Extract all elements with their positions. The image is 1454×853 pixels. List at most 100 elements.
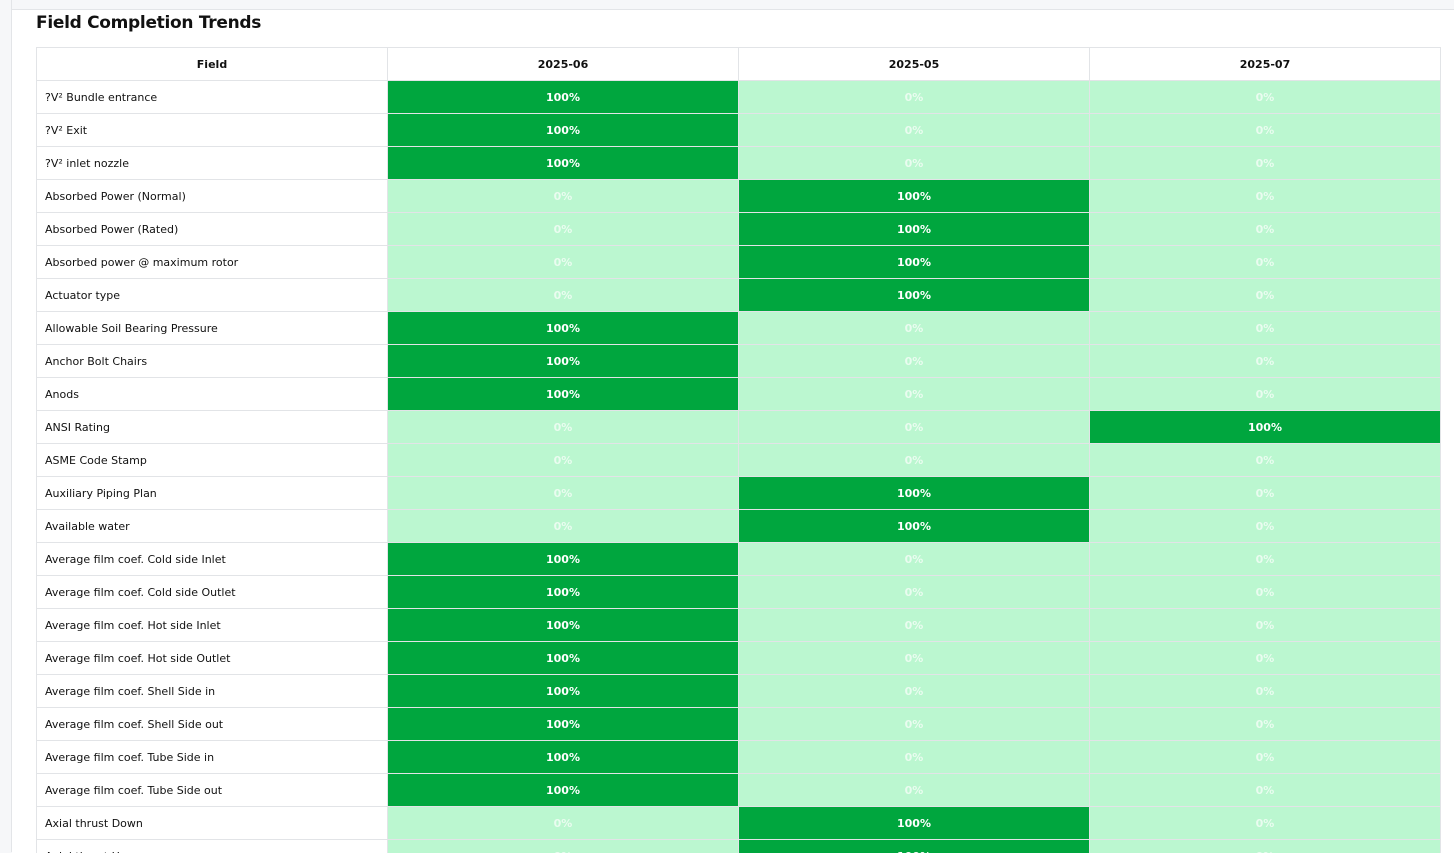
field-name-cell: Absorbed Power (Rated) <box>37 213 388 246</box>
completion-cell: 0% <box>739 114 1090 147</box>
table-row: Average film coef. Cold side Inlet100%0%… <box>37 543 1441 576</box>
completion-cell: 0% <box>739 543 1090 576</box>
completion-cell: 0% <box>388 246 739 279</box>
table-row: Average film coef. Hot side Outlet100%0%… <box>37 642 1441 675</box>
field-name-cell: Actuator type <box>37 279 388 312</box>
table-row: Average film coef. Shell Side out100%0%0… <box>37 708 1441 741</box>
completion-cell: 0% <box>388 477 739 510</box>
field-name-cell: Anchor Bolt Chairs <box>37 345 388 378</box>
table-row: Available water0%100%0% <box>37 510 1441 543</box>
completion-cell: 0% <box>1090 246 1441 279</box>
field-name-cell: ?V² Exit <box>37 114 388 147</box>
completion-cell: 100% <box>388 345 739 378</box>
completion-cell: 100% <box>739 510 1090 543</box>
column-header-month[interactable]: 2025-05 <box>739 48 1090 81</box>
field-name-cell: Auxiliary Piping Plan <box>37 477 388 510</box>
field-name-cell: Average film coef. Hot side Outlet <box>37 642 388 675</box>
completion-cell: 100% <box>388 675 739 708</box>
completion-cell: 0% <box>1090 378 1441 411</box>
completion-cell: 0% <box>739 708 1090 741</box>
completion-cell: 0% <box>739 81 1090 114</box>
completion-cell: 100% <box>739 246 1090 279</box>
completion-cell: 0% <box>1090 840 1441 853</box>
completion-cell: 0% <box>739 411 1090 444</box>
completion-cell: 100% <box>739 477 1090 510</box>
completion-cell: 100% <box>388 312 739 345</box>
completion-cell: 0% <box>1090 81 1441 114</box>
completion-cell: 0% <box>1090 180 1441 213</box>
completion-cell: 100% <box>739 213 1090 246</box>
completion-cell: 100% <box>388 609 739 642</box>
completion-cell: 100% <box>388 741 739 774</box>
completion-cell: 100% <box>739 840 1090 853</box>
table-row: Average film coef. Shell Side in100%0%0% <box>37 675 1441 708</box>
completion-cell: 0% <box>739 378 1090 411</box>
table-row: Average film coef. Tube Side in100%0%0% <box>37 741 1441 774</box>
field-name-cell: Average film coef. Tube Side in <box>37 741 388 774</box>
field-name-cell: ASME Code Stamp <box>37 444 388 477</box>
completion-cell: 0% <box>739 576 1090 609</box>
completion-cell: 100% <box>388 543 739 576</box>
table-row: Average film coef. Hot side Inlet100%0%0… <box>37 609 1441 642</box>
table-row: ?V² Exit100%0%0% <box>37 114 1441 147</box>
table-row: Allowable Soil Bearing Pressure100%0%0% <box>37 312 1441 345</box>
completion-cell: 0% <box>1090 642 1441 675</box>
field-name-cell: Absorbed power @ maximum rotor <box>37 246 388 279</box>
completion-cell: 0% <box>388 279 739 312</box>
column-header-month[interactable]: 2025-06 <box>388 48 739 81</box>
completion-cell: 0% <box>739 312 1090 345</box>
completion-cell: 100% <box>388 708 739 741</box>
completion-cell: 0% <box>1090 345 1441 378</box>
completion-cell: 0% <box>739 345 1090 378</box>
field-name-cell: Anods <box>37 378 388 411</box>
completion-cell: 100% <box>388 114 739 147</box>
completion-cell: 100% <box>388 378 739 411</box>
completion-cell: 0% <box>739 675 1090 708</box>
field-name-cell: Axial thrust Up <box>37 840 388 853</box>
completion-cell: 0% <box>739 741 1090 774</box>
table-row: Anods100%0%0% <box>37 378 1441 411</box>
field-name-cell: Average film coef. Shell Side out <box>37 708 388 741</box>
completion-table: Field 2025-06 2025-05 2025-07 ?V² Bundle… <box>36 47 1441 853</box>
completion-cell: 0% <box>1090 609 1441 642</box>
completion-cell: 0% <box>1090 477 1441 510</box>
completion-cell: 0% <box>1090 807 1441 840</box>
completion-cell: 100% <box>388 576 739 609</box>
completion-cell: 0% <box>1090 576 1441 609</box>
completion-cell: 0% <box>739 609 1090 642</box>
completion-cell: 100% <box>1090 411 1441 444</box>
completion-cell: 0% <box>1090 213 1441 246</box>
completion-cell: 0% <box>388 510 739 543</box>
completion-cell: 100% <box>388 147 739 180</box>
field-name-cell: Available water <box>37 510 388 543</box>
completion-cell: 100% <box>388 774 739 807</box>
column-header-field[interactable]: Field <box>37 48 388 81</box>
completion-cell: 100% <box>388 642 739 675</box>
completion-cell: 0% <box>1090 312 1441 345</box>
table-row: Average film coef. Tube Side out100%0%0% <box>37 774 1441 807</box>
field-name-cell: ?V² Bundle entrance <box>37 81 388 114</box>
table-row: Axial thrust Up0%100%0% <box>37 840 1441 853</box>
completion-cell: 100% <box>739 180 1090 213</box>
completion-cell: 0% <box>1090 708 1441 741</box>
completion-cell: 0% <box>1090 114 1441 147</box>
completion-cell: 0% <box>1090 444 1441 477</box>
completion-cell: 0% <box>388 213 739 246</box>
completion-cell: 0% <box>1090 741 1441 774</box>
field-name-cell: Average film coef. Hot side Inlet <box>37 609 388 642</box>
table-row: Actuator type0%100%0% <box>37 279 1441 312</box>
table-row: Absorbed power @ maximum rotor0%100%0% <box>37 246 1441 279</box>
completion-cell: 0% <box>739 444 1090 477</box>
table-body: ?V² Bundle entrance100%0%0%?V² Exit100%0… <box>37 81 1441 853</box>
field-completion-panel: Field Completion Trends Field 2025-06 20… <box>12 9 1454 853</box>
completion-cell: 100% <box>739 279 1090 312</box>
table-row: Average film coef. Cold side Outlet100%0… <box>37 576 1441 609</box>
completion-cell: 0% <box>1090 279 1441 312</box>
field-name-cell: Average film coef. Shell Side in <box>37 675 388 708</box>
completion-cell: 0% <box>1090 774 1441 807</box>
completion-cell: 100% <box>739 807 1090 840</box>
field-name-cell: ANSI Rating <box>37 411 388 444</box>
column-header-month[interactable]: 2025-07 <box>1090 48 1441 81</box>
table-row: ?V² inlet nozzle100%0%0% <box>37 147 1441 180</box>
completion-cell: 0% <box>739 642 1090 675</box>
